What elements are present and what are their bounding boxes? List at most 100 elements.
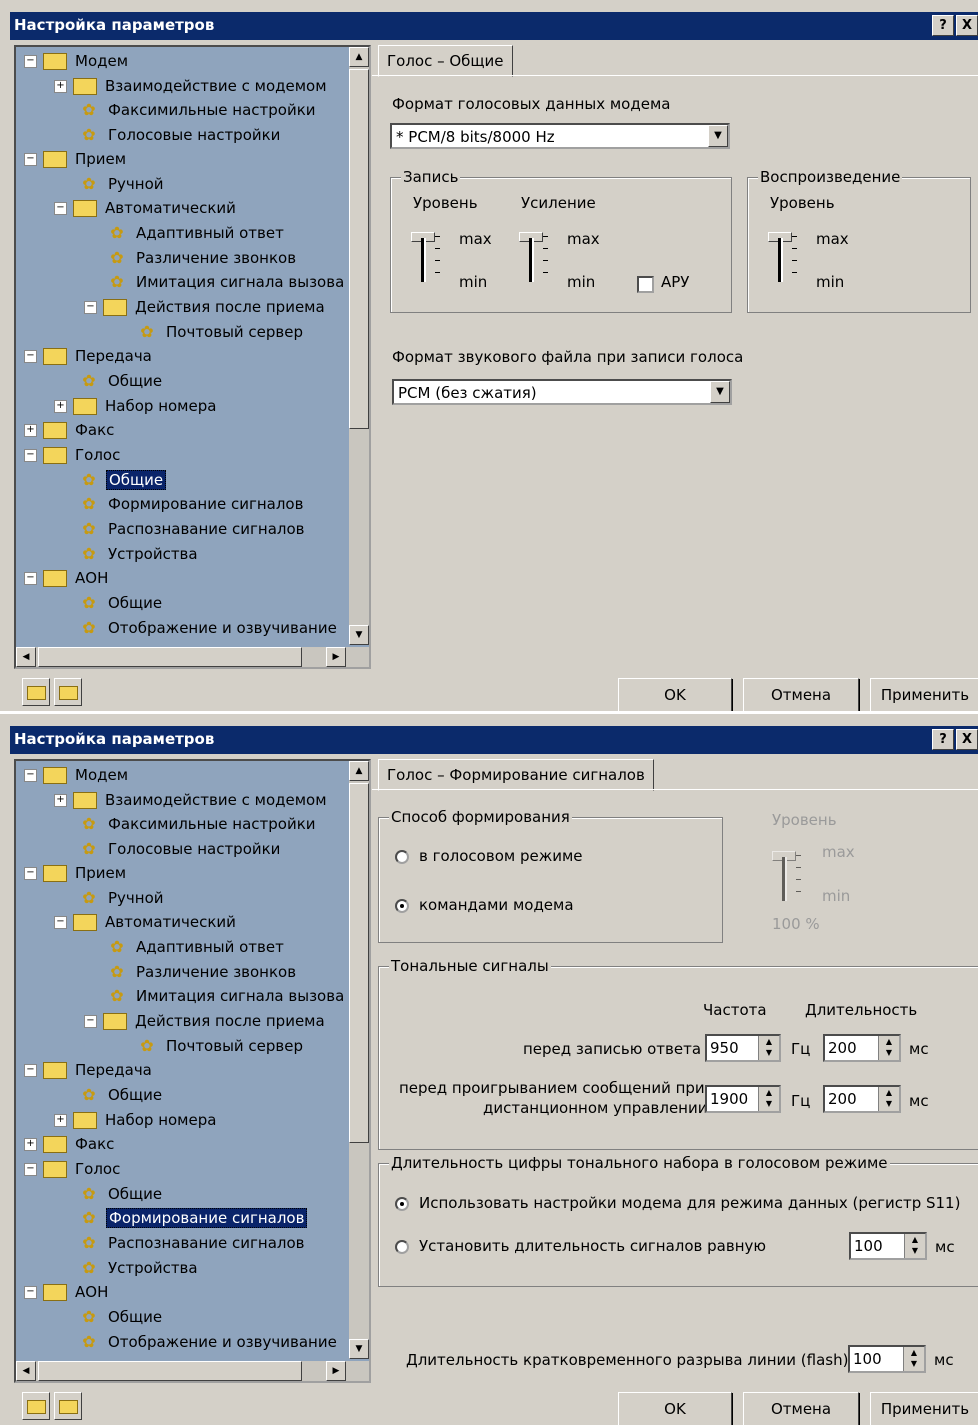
tree-node-manual[interactable]: ✿ Ручной <box>80 886 166 910</box>
collapse-icon[interactable]: − <box>24 54 37 68</box>
expand-icon[interactable]: + <box>54 1113 67 1127</box>
dropdown-arrow-icon[interactable]: ▼ <box>708 125 728 147</box>
scroll-thumb[interactable] <box>38 647 302 667</box>
collapse-icon[interactable]: − <box>54 915 67 929</box>
tree-node-fax-settings[interactable]: ✿ Факсимильные настройки <box>80 812 318 836</box>
scroll-thumb[interactable] <box>349 783 369 1143</box>
tree-node-receive[interactable]: − Прием <box>24 147 128 171</box>
radio-use-modem-settings[interactable] <box>395 1197 409 1211</box>
tree-node-fax[interactable]: + Факс <box>24 418 116 442</box>
row2-duration-spinner[interactable]: 200 ▲ ▼ <box>823 1085 901 1113</box>
radio-set-duration[interactable] <box>395 1240 409 1254</box>
tree-node-display-voicing[interactable]: ✿ Отображение и озвучивание <box>80 616 339 640</box>
tree-node-caller-id[interactable]: − АОН <box>24 566 110 590</box>
expand-icon[interactable]: + <box>54 79 67 93</box>
expand-icon[interactable]: + <box>24 423 37 437</box>
collapse-icon[interactable]: − <box>24 866 37 880</box>
tree-node-manual[interactable]: ✿ Ручной <box>80 172 166 196</box>
collapse-icon[interactable]: − <box>24 448 37 462</box>
scroll-left-icon[interactable]: ◀ <box>16 1361 36 1381</box>
tree-node-send[interactable]: − Передача <box>24 1058 154 1082</box>
tree-node-ring-distinction[interactable]: ✿ Различение звонков <box>108 960 298 984</box>
row1-duration-spinner[interactable]: 200 ▲ ▼ <box>823 1034 901 1062</box>
scroll-up-icon[interactable]: ▲ <box>349 47 369 67</box>
collapse-icon[interactable]: − <box>54 201 67 215</box>
tree-node-fax[interactable]: + Факс <box>24 1132 116 1156</box>
tree-node-ring-simulation[interactable]: ✿ Имитация сигнала вызова <box>108 984 346 1008</box>
ok-button[interactable]: OK <box>618 1392 732 1425</box>
flash-duration-spinner[interactable]: 100 ▲ ▼ <box>848 1345 926 1373</box>
tree-node-voice[interactable]: − Голос <box>24 1157 122 1181</box>
close-button[interactable]: X <box>956 15 978 36</box>
scroll-left-icon[interactable]: ◀ <box>16 647 36 667</box>
tree-node-mail-server[interactable]: ✿ Почтовый сервер <box>138 320 305 344</box>
tree-node-send-general[interactable]: ✿ Общие <box>80 369 164 393</box>
agc-checkbox[interactable] <box>637 276 654 293</box>
spinner-arrows-icon[interactable]: ▲ ▼ <box>904 1234 925 1258</box>
scroll-thumb[interactable] <box>38 1361 302 1381</box>
ok-button[interactable]: OK <box>618 678 732 711</box>
cancel-button[interactable]: Отмена <box>743 678 859 711</box>
tree-node-modem-interaction[interactable]: + Взаимодействие с модемом <box>54 74 329 98</box>
tree-node-ring-distinction[interactable]: ✿ Различение звонков <box>108 246 298 270</box>
collapse-icon[interactable]: − <box>24 571 37 585</box>
collapse-icon[interactable]: − <box>84 300 97 314</box>
tree-node-dialing[interactable]: + Набор номера <box>54 394 218 418</box>
tree-node-send[interactable]: − Передача <box>24 344 154 368</box>
expand-icon[interactable]: + <box>24 1137 37 1151</box>
tree-horizontal-scrollbar[interactable]: ◀ ▶ <box>16 1361 369 1381</box>
spinner-arrows-icon[interactable]: ▲ ▼ <box>903 1347 924 1371</box>
tree-node-voice-general[interactable]: ✿ Общие <box>80 468 167 492</box>
collapse-icon[interactable]: − <box>84 1014 97 1028</box>
tree-horizontal-scrollbar[interactable]: ◀ ▶ <box>16 647 369 667</box>
tab-voice-general[interactable]: Голос – Общие <box>378 45 513 77</box>
help-button[interactable]: ? <box>932 15 954 36</box>
tree-node-fax-settings[interactable]: ✿ Факсимильные настройки <box>80 98 318 122</box>
collapse-icon[interactable]: − <box>24 1285 37 1299</box>
scroll-down-icon[interactable]: ▼ <box>349 1339 369 1359</box>
radio-modem-commands[interactable] <box>395 899 409 913</box>
close-button[interactable]: X <box>956 729 978 750</box>
dropdown-arrow-icon[interactable]: ▼ <box>710 381 730 403</box>
collapse-icon[interactable]: − <box>24 1063 37 1077</box>
scroll-right-icon[interactable]: ▶ <box>326 1361 346 1381</box>
expand-all-button[interactable] <box>22 678 50 706</box>
file-format-select[interactable]: PCM (без сжатия) ▼ <box>392 379 732 405</box>
tree-node-caller-id-general[interactable]: ✿ Общие <box>80 1305 164 1329</box>
tree-node-adaptive-answer[interactable]: ✿ Адаптивный ответ <box>108 935 286 959</box>
tree-node-devices[interactable]: ✿ Устройства <box>80 542 200 566</box>
collapse-icon[interactable]: − <box>24 152 37 166</box>
voice-format-select[interactable]: * PCM/8 bits/8000 Hz ▼ <box>390 123 730 149</box>
scroll-right-icon[interactable]: ▶ <box>326 647 346 667</box>
spinner-arrows-icon[interactable]: ▲ ▼ <box>878 1036 899 1060</box>
tree-vertical-scrollbar[interactable]: ▲ ▼ <box>349 47 369 645</box>
expand-icon[interactable]: + <box>54 399 67 413</box>
spinner-arrows-icon[interactable]: ▲ ▼ <box>758 1036 779 1060</box>
tree-node-send-general[interactable]: ✿ Общие <box>80 1083 164 1107</box>
tree-node-signal-recognition[interactable]: ✿ Распознавание сигналов <box>80 517 307 541</box>
scroll-down-icon[interactable]: ▼ <box>349 625 369 645</box>
tree-node-devices[interactable]: ✿ Устройства <box>80 1256 200 1280</box>
tree-node-modem[interactable]: − Модем <box>24 49 130 73</box>
tree-node-adaptive-answer[interactable]: ✿ Адаптивный ответ <box>108 221 286 245</box>
scroll-up-icon[interactable]: ▲ <box>349 761 369 781</box>
tree-node-signal-generation[interactable]: ✿ Формирование сигналов <box>80 492 305 516</box>
collapse-all-button[interactable] <box>54 678 82 706</box>
tree-node-caller-id[interactable]: − АОН <box>24 1280 110 1304</box>
row1-frequency-spinner[interactable]: 950 ▲ ▼ <box>705 1034 781 1062</box>
tree-node-signal-recognition[interactable]: ✿ Распознавание сигналов <box>80 1231 307 1255</box>
tree-node-mail-server[interactable]: ✿ Почтовый сервер <box>138 1034 305 1058</box>
apply-button[interactable]: Применить <box>870 1392 978 1425</box>
tree-node-after-receive[interactable]: − Действия после приема <box>84 295 327 319</box>
tab-signal-generation[interactable]: Голос – Формирование сигналов <box>378 759 654 791</box>
radio-voice-mode[interactable] <box>395 850 409 864</box>
help-button[interactable]: ? <box>932 729 954 750</box>
tree-node-automatic[interactable]: − Автоматический <box>54 910 238 934</box>
tree-node-voice-settings[interactable]: ✿ Голосовые настройки <box>80 837 282 861</box>
tree-node-receive[interactable]: − Прием <box>24 861 128 885</box>
collapse-all-button[interactable] <box>54 1392 82 1420</box>
tree-node-caller-id-general[interactable]: ✿ Общие <box>80 591 164 615</box>
tree-node-modem[interactable]: − Модем <box>24 763 130 787</box>
tree-node-signal-generation[interactable]: ✿ Формирование сигналов <box>80 1206 308 1230</box>
spinner-arrows-icon[interactable]: ▲ ▼ <box>878 1087 899 1111</box>
